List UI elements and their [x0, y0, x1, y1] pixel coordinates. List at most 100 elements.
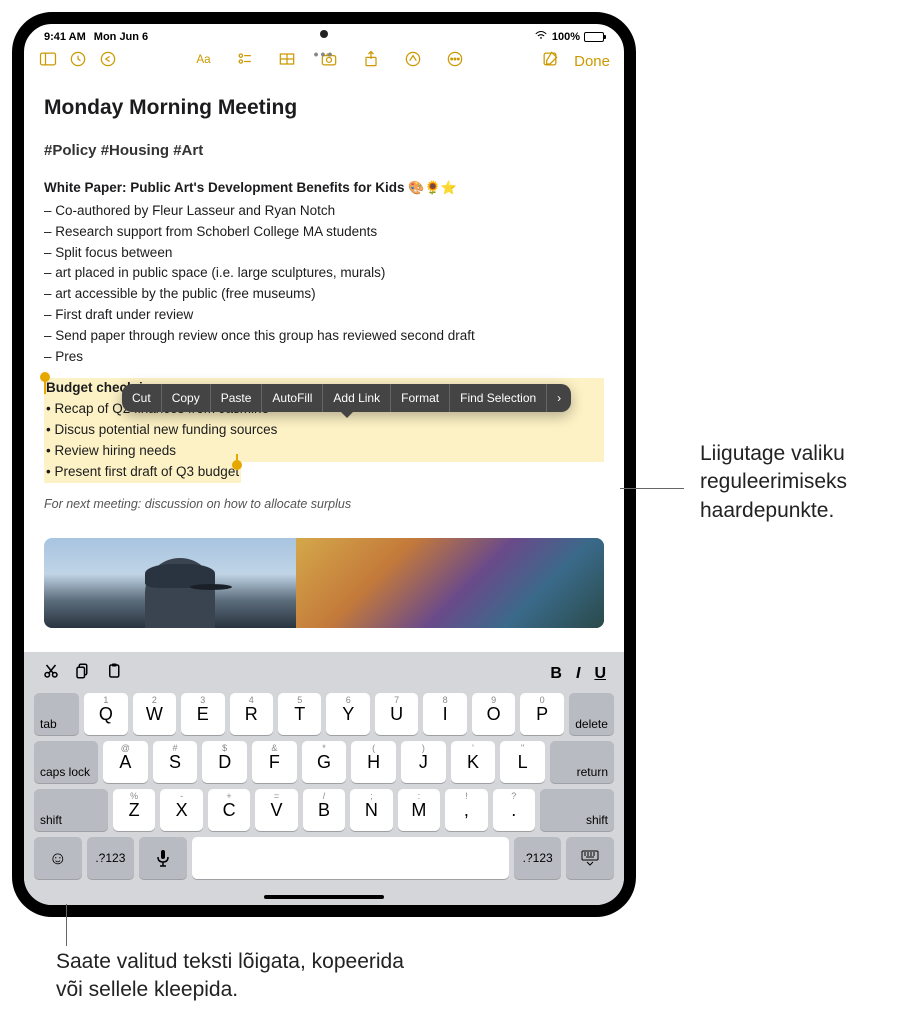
onscreen-keyboard: B I U tab 1Q 2W 3E 4R 5T 6Y 7U 8I 9O 0P … — [24, 652, 624, 905]
shift-key-right[interactable]: shift — [540, 789, 614, 831]
key-b[interactable]: /B — [303, 789, 345, 831]
camera-dot — [320, 30, 328, 38]
key-k[interactable]: 'K — [451, 741, 496, 783]
clock-icon[interactable] — [68, 49, 88, 74]
cm-format[interactable]: Format — [391, 384, 450, 412]
key-d[interactable]: $D — [202, 741, 247, 783]
white-paper-text: White Paper: Public Art's Development Be… — [44, 180, 405, 195]
sidebar-icon[interactable] — [38, 49, 58, 74]
callout-line — [66, 904, 67, 946]
note-body[interactable]: Monday Morning Meeting #Policy #Housing … — [24, 82, 624, 524]
callout-grab-points: Liigutage valiku reguleerimiseks haardep… — [700, 440, 900, 525]
markup-icon[interactable] — [403, 49, 423, 74]
key-h[interactable]: (H — [351, 741, 396, 783]
cm-find-selection[interactable]: Find Selection — [450, 384, 547, 412]
compose-icon[interactable] — [540, 49, 560, 74]
svg-text:Aa: Aa — [196, 53, 211, 66]
bullet-list[interactable]: – Co-authored by Fleur Lasseur and Ryan … — [44, 201, 604, 368]
italic-key[interactable]: I — [576, 665, 580, 683]
cm-more-arrow[interactable]: › — [547, 384, 571, 412]
cm-autofill[interactable]: AutoFill — [262, 384, 323, 412]
numeric-key-right[interactable]: .?123 — [514, 837, 562, 879]
selection-line[interactable]: • Present first draft of Q3 budget — [44, 462, 241, 483]
dismiss-keyboard-key[interactable] — [566, 837, 614, 879]
wifi-icon — [534, 30, 548, 43]
key-o[interactable]: 9O — [472, 693, 515, 735]
multitask-dots[interactable]: ••• — [314, 46, 335, 62]
capslock-key[interactable]: caps lock — [34, 741, 98, 783]
bold-key[interactable]: B — [550, 665, 562, 683]
home-indicator[interactable] — [264, 895, 384, 899]
key-i[interactable]: 8I — [423, 693, 466, 735]
key-f[interactable]: &F — [252, 741, 297, 783]
key-y[interactable]: 6Y — [326, 693, 369, 735]
status-time: 9:41 AM — [44, 31, 86, 43]
copy-icon[interactable] — [74, 662, 92, 685]
selection-caret-end[interactable] — [236, 454, 238, 468]
key-period[interactable]: ?. — [493, 789, 535, 831]
attached-photo[interactable] — [44, 538, 604, 628]
bullet-line[interactable]: – art accessible by the public (free mus… — [44, 284, 604, 305]
ipad-frame: 9:41 AM Mon Jun 6 ••• 100% Aa Done — [12, 12, 636, 917]
bullet-line[interactable]: – Research support from Schoberl College… — [44, 222, 604, 243]
shift-key-left[interactable]: shift — [34, 789, 108, 831]
bullet-line[interactable]: – Send paper through review once this gr… — [44, 326, 604, 347]
text-format-icon[interactable]: Aa — [193, 49, 213, 74]
cm-add-link[interactable]: Add Link — [323, 384, 391, 412]
tags-line[interactable]: #Policy #Housing #Art — [44, 139, 604, 162]
bullet-line[interactable]: – First draft under review — [44, 305, 604, 326]
space-key[interactable] — [192, 837, 509, 879]
key-v[interactable]: =V — [255, 789, 297, 831]
cm-copy[interactable]: Copy — [162, 384, 211, 412]
key-t[interactable]: 5T — [278, 693, 321, 735]
white-paper-heading[interactable]: White Paper: Public Art's Development Be… — [44, 178, 604, 199]
key-e[interactable]: 3E — [181, 693, 224, 735]
photo-cap-brim — [190, 584, 232, 590]
bullet-line[interactable]: – Co-authored by Fleur Lasseur and Ryan … — [44, 201, 604, 222]
selection-line[interactable]: • Discus potential new funding sources — [44, 420, 604, 441]
key-u[interactable]: 7U — [375, 693, 418, 735]
paste-icon[interactable] — [106, 662, 124, 685]
dictation-key[interactable] — [139, 837, 187, 879]
key-s[interactable]: #S — [153, 741, 198, 783]
done-button[interactable]: Done — [574, 53, 610, 70]
key-q[interactable]: 1Q — [84, 693, 127, 735]
key-x[interactable]: -X — [160, 789, 202, 831]
checklist-icon[interactable] — [235, 49, 255, 74]
battery-icon — [584, 32, 604, 42]
emoji-key[interactable]: ☺ — [34, 837, 82, 879]
more-icon[interactable] — [445, 49, 465, 74]
note-title[interactable]: Monday Morning Meeting — [44, 92, 604, 125]
key-c[interactable]: +C — [208, 789, 250, 831]
numeric-key-left[interactable]: .?123 — [87, 837, 135, 879]
key-r[interactable]: 4R — [230, 693, 273, 735]
key-m[interactable]: :M — [398, 789, 440, 831]
key-z[interactable]: %Z — [113, 789, 155, 831]
cut-icon[interactable] — [42, 662, 60, 685]
table-icon[interactable] — [277, 49, 297, 74]
link-nav-icon[interactable] — [98, 49, 118, 74]
key-w[interactable]: 2W — [133, 693, 176, 735]
bullet-line[interactable]: – Split focus between — [44, 243, 604, 264]
key-comma[interactable]: !, — [445, 789, 487, 831]
key-l[interactable]: "L — [500, 741, 545, 783]
delete-key[interactable]: delete — [569, 693, 614, 735]
key-j[interactable]: )J — [401, 741, 446, 783]
share-icon[interactable] — [361, 49, 381, 74]
key-a[interactable]: @A — [103, 741, 148, 783]
status-date: Mon Jun 6 — [94, 31, 148, 43]
key-p[interactable]: 0P — [520, 693, 563, 735]
underline-key[interactable]: U — [594, 665, 606, 683]
selection-line[interactable]: • Review hiring needs — [44, 441, 604, 462]
bullet-line[interactable]: – art placed in public space (i.e. large… — [44, 263, 604, 284]
italic-footer-line[interactable]: For next meeting: discussion on how to a… — [44, 495, 604, 514]
key-n[interactable]: ;N — [350, 789, 392, 831]
return-key[interactable]: return — [550, 741, 614, 783]
heading-emojis: 🎨🌻⭐ — [408, 180, 457, 195]
cm-cut[interactable]: Cut — [122, 384, 162, 412]
key-g[interactable]: *G — [302, 741, 347, 783]
selection-caret-start[interactable] — [44, 380, 46, 394]
tab-key[interactable]: tab — [34, 693, 79, 735]
cm-paste[interactable]: Paste — [211, 384, 263, 412]
bullet-line-truncated[interactable]: – Pres — [44, 347, 604, 368]
